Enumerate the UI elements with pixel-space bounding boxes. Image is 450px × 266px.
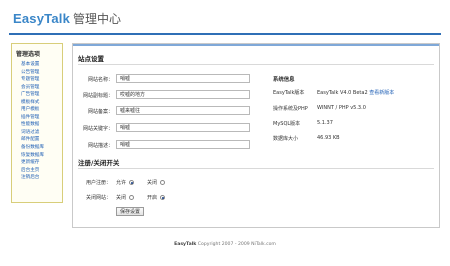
sidebar-item-backup-db[interactable]: 备份数据库: [21, 144, 62, 152]
check-update-link[interactable]: 查看新版本: [369, 90, 394, 96]
sidebar-item-templates[interactable]: 模板样式: [21, 99, 62, 107]
sidebar-item-logout[interactable]: 注销后台: [21, 174, 62, 182]
sidebar-item-members[interactable]: 会员管理: [21, 84, 62, 92]
site-close-option[interactable]: 关闭: [116, 194, 135, 201]
os-php-label: 操作系统及PHP: [273, 106, 308, 112]
sidebar-item-performance[interactable]: 性能数据: [21, 121, 62, 129]
sidebar-item-basic-settings[interactable]: 基本设置: [21, 61, 62, 69]
site-subtitle-label: 网站副标题：: [82, 93, 113, 99]
sidebar-item-topics[interactable]: 专题管理: [21, 76, 62, 84]
site-keywords-label: 网站关键字：: [82, 126, 113, 132]
page-footer: EasyTalk Copyright 2007 - 2009 NiTalk.co…: [0, 242, 450, 247]
sidebar-item-plugins[interactable]: 插件管理: [21, 114, 62, 122]
sidebar-title: 管理选项: [16, 51, 41, 58]
site-close-radio[interactable]: [129, 195, 135, 200]
site-open-option[interactable]: 开启: [147, 194, 166, 201]
mysql-version-label: MySQL版本: [273, 121, 301, 127]
switches-title: 注册/关闭开关: [78, 159, 120, 167]
register-close-label: 关闭: [147, 180, 158, 186]
sidebar-item-word-filter[interactable]: 词语过滤: [21, 129, 62, 137]
site-description-input[interactable]: 哨嘘: [116, 140, 250, 149]
section-divider: [78, 168, 434, 169]
site-description-label: 网站描述：: [87, 143, 113, 149]
system-info-title: 系统信息: [273, 77, 295, 83]
site-subtitle-input[interactable]: 哎嘘的地方: [116, 90, 250, 99]
section-divider: [78, 64, 434, 65]
site-icp-input[interactable]: 嘘来嘘往: [116, 106, 250, 115]
site-keywords-input[interactable]: 哨嘘: [116, 123, 250, 132]
panel-accent: [73, 44, 439, 46]
footer-copyright: Copyright 2007 - 2009 NiTalk.com: [197, 242, 276, 247]
db-size-value: 46.93 KB: [317, 135, 340, 141]
brand-subtitle: 管理中心: [73, 12, 122, 26]
version-text: EasyTalk V4.0 Beta2: [317, 90, 368, 96]
os-php-value: WINNT / PHP v5.3.0: [317, 105, 366, 111]
site-open-option-label: 开启: [147, 195, 158, 201]
site-settings-title: 站点设置: [78, 55, 104, 63]
sidebar-item-admin-home[interactable]: 后台主页: [21, 167, 62, 175]
register-allow-option[interactable]: 允许: [116, 179, 135, 186]
sidebar-item-ads[interactable]: 广告管理: [21, 91, 62, 99]
site-icp-label: 网站备案：: [87, 109, 113, 115]
sidebar-item-restore-db[interactable]: 恢复数据库: [21, 152, 62, 160]
app-logo: EasyTalk 管理中心: [13, 10, 121, 28]
site-open-radio[interactable]: [160, 195, 166, 200]
user-register-label: 用户注册：: [86, 180, 112, 186]
site-name-label: 网站名称：: [87, 77, 113, 83]
easytalk-version-label: EasyTalk版本: [273, 90, 305, 96]
main-panel: 站点设置 网站名称： 哨嘘 网站副标题： 哎嘘的地方 网站备案： 嘘来嘘往 网站…: [72, 43, 440, 228]
register-close-option[interactable]: 关闭: [147, 179, 166, 186]
save-settings-button[interactable]: 保存设置: [116, 207, 144, 216]
header-divider: [9, 33, 441, 35]
sidebar-item-mail-config[interactable]: 邮件配置: [21, 136, 62, 144]
db-size-label: 数据库大小: [273, 136, 299, 142]
register-allow-label: 允许: [116, 180, 127, 186]
sidebar-item-user-templates[interactable]: 用户模板: [21, 106, 62, 114]
site-name-input[interactable]: 哨嘘: [116, 74, 250, 83]
sidebar-item-announcements[interactable]: 公告管理: [21, 69, 62, 77]
sidebar: 管理选项 基本设置 公告管理 专题管理 会员管理 广告管理 模板样式 用户模板 …: [11, 43, 63, 203]
register-close-radio[interactable]: [160, 180, 166, 185]
close-site-label: 关闭网站：: [86, 195, 112, 201]
sidebar-item-update-cache[interactable]: 更新缓存: [21, 159, 62, 167]
footer-brand: EasyTalk: [174, 242, 197, 247]
easytalk-version-value: EasyTalk V4.0 Beta2 查看新版本: [317, 89, 394, 96]
site-close-option-label: 关闭: [116, 195, 127, 201]
brand-name: EasyTalk: [13, 11, 71, 26]
mysql-version-value: 5.1.37: [317, 120, 333, 126]
register-allow-radio[interactable]: [129, 180, 135, 185]
